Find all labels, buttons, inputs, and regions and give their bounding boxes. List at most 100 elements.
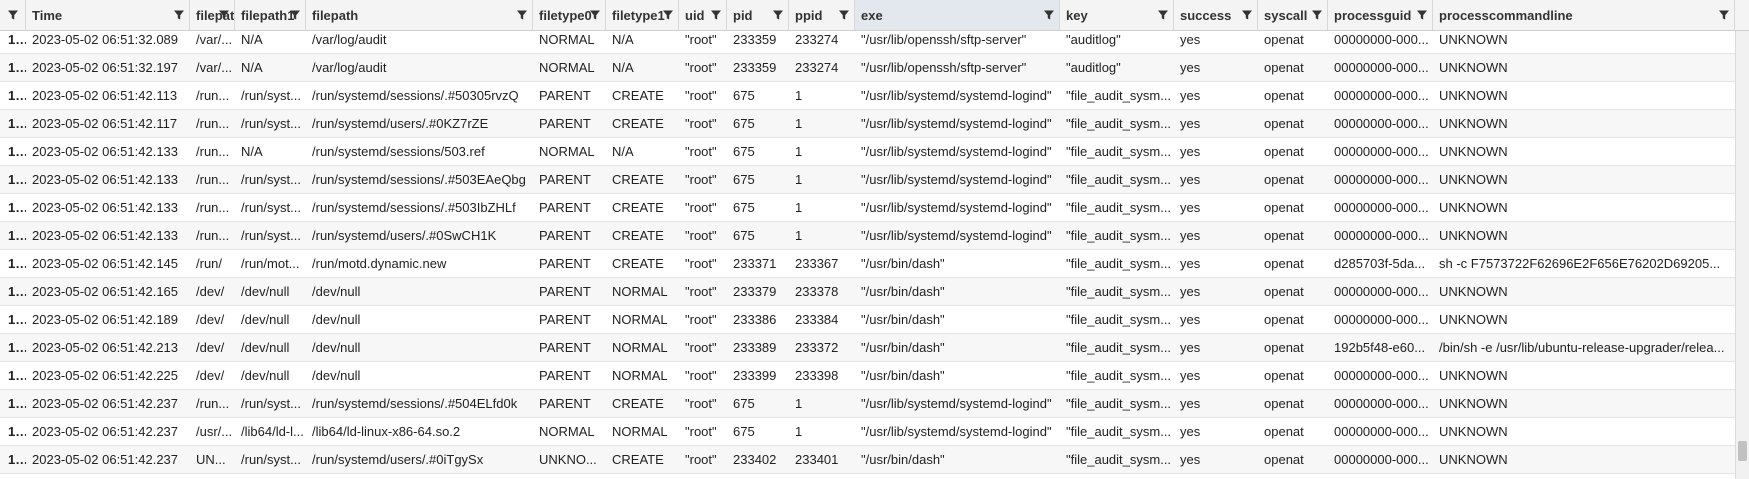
table-row[interactable]: 1... 2023-05-02 06:51:42.213/dev/ /dev/nul… bbox=[0, 334, 1735, 362]
column-header-filepath0[interactable]: filepath0 bbox=[190, 0, 235, 30]
cell-uid: "root" bbox=[685, 256, 717, 271]
cell-c0: 1... bbox=[8, 424, 26, 439]
cell-ppid: 233367 bbox=[795, 256, 839, 271]
filter-icon[interactable] bbox=[662, 9, 674, 21]
cell-ppid: 233384 bbox=[795, 312, 839, 327]
cell-processguid: 00000000-000... bbox=[1334, 228, 1429, 243]
column-header-filepath[interactable]: filepath bbox=[306, 0, 533, 30]
table-row[interactable]: 1... 2023-05-02 06:51:32.197/var/... N/A/v… bbox=[0, 54, 1735, 82]
cell-success: yes bbox=[1180, 396, 1201, 411]
cell-syscall: openat bbox=[1264, 284, 1304, 299]
cell-ppid: 1 bbox=[795, 144, 803, 159]
cell-filepath1: /run/syst... bbox=[241, 452, 301, 467]
column-header-filetype1[interactable]: filetype1 bbox=[606, 0, 679, 30]
cell-exe: "/usr/bin/dash" bbox=[861, 256, 945, 271]
cell-processguid: 00000000-000... bbox=[1334, 424, 1429, 439]
cell-filepath0: /run... bbox=[196, 200, 230, 215]
cell-filepath: /lib64/ld-linux-x86-64.so.2 bbox=[312, 424, 461, 439]
table-row[interactable]: 1... 2023-05-02 06:51:42.225/dev/ /dev/nul… bbox=[0, 362, 1735, 390]
cell-uid: "root" bbox=[685, 32, 717, 47]
cell-success: yes bbox=[1180, 172, 1201, 187]
table-row[interactable]: 1... 2023-05-02 06:51:42.237 UN... /run/sys… bbox=[0, 446, 1735, 474]
filter-icon[interactable] bbox=[589, 9, 601, 21]
column-header-c0[interactable] bbox=[0, 0, 26, 30]
table-row[interactable]: 1... 2023-05-02 06:51:32.089/var/... N/A/v… bbox=[0, 31, 1735, 54]
filter-icon[interactable] bbox=[289, 9, 301, 21]
column-header-success[interactable]: success bbox=[1174, 0, 1258, 30]
filter-icon[interactable] bbox=[1416, 9, 1428, 21]
table-row[interactable]: 1... 2023-05-02 06:51:42.189/dev/ /dev/nul… bbox=[0, 306, 1735, 334]
cell-exe: "/usr/bin/dash" bbox=[861, 312, 945, 327]
column-header-syscall[interactable]: syscall bbox=[1258, 0, 1328, 30]
filter-icon[interactable] bbox=[772, 9, 784, 21]
filter-icon[interactable] bbox=[1241, 9, 1253, 21]
cell-filepath0: /run... bbox=[196, 396, 230, 411]
cell-time: 2023-05-02 06:51:42.133 bbox=[32, 228, 179, 243]
cell-filetype1: NORMAL bbox=[612, 368, 668, 383]
table-row[interactable]: 1... 2023-05-02 06:51:42.145/run/ /run/mot… bbox=[0, 250, 1735, 278]
table-row[interactable]: 1... 2023-05-02 06:51:42.133/run... /run/s… bbox=[0, 166, 1735, 194]
table-row[interactable]: 1... 2023-05-02 06:51:42.133/run... /run/s… bbox=[0, 194, 1735, 222]
filter-icon[interactable] bbox=[1718, 9, 1730, 21]
column-header-pid[interactable]: pid bbox=[727, 0, 789, 30]
cell-uid: "root" bbox=[685, 88, 717, 103]
cell-filepath1: /dev/null bbox=[241, 284, 290, 299]
cell-c0: 1... bbox=[8, 368, 26, 383]
cell-time: 2023-05-02 06:51:42.237 bbox=[32, 424, 179, 439]
cell-pid: 675 bbox=[733, 424, 755, 439]
cell-filepath0: /var/... bbox=[196, 60, 233, 75]
cell-pid: 233402 bbox=[733, 452, 777, 467]
filter-icon[interactable] bbox=[7, 9, 19, 21]
table-row[interactable]: 1... 2023-05-02 06:51:42.133/run... N/A/ru… bbox=[0, 138, 1735, 166]
column-header-exe[interactable]: exe bbox=[855, 0, 1060, 30]
cell-time: 2023-05-02 06:51:42.133 bbox=[32, 200, 179, 215]
column-header-filetype0[interactable]: filetype0 bbox=[533, 0, 606, 30]
cell-filepath: /run/systemd/users/.#0iTgySx bbox=[312, 452, 484, 467]
table-row[interactable]: 1... 2023-05-02 06:51:42.133/run... /run/s… bbox=[0, 222, 1735, 250]
filter-icon[interactable] bbox=[173, 9, 185, 21]
cell-uid: "root" bbox=[685, 340, 717, 355]
column-header-uid[interactable]: uid bbox=[679, 0, 727, 30]
column-header-ppid[interactable]: ppid bbox=[789, 0, 855, 30]
column-header-processcommandline[interactable]: processcommandline bbox=[1433, 0, 1735, 30]
cell-filetype1: N/A bbox=[612, 32, 634, 47]
table-row[interactable]: 1... 2023-05-02 06:51:42.113/run... /run/s… bbox=[0, 82, 1735, 110]
cell-ppid: 1 bbox=[795, 228, 803, 243]
cell-key: "auditlog" bbox=[1066, 32, 1121, 47]
cell-filepath0: /dev/ bbox=[196, 312, 225, 327]
cell-syscall: openat bbox=[1264, 116, 1304, 131]
table-row[interactable]: 1... 2023-05-02 06:51:42.117/run... /run/s… bbox=[0, 110, 1735, 138]
column-header-processguid[interactable]: processguid bbox=[1328, 0, 1433, 30]
cell-uid: "root" bbox=[685, 144, 717, 159]
filter-icon[interactable] bbox=[710, 9, 722, 21]
filter-icon[interactable] bbox=[218, 9, 230, 21]
filter-icon[interactable] bbox=[838, 9, 850, 21]
cell-filetype1: CREATE bbox=[612, 396, 664, 411]
column-header-label: filepath bbox=[312, 7, 359, 23]
cell-pid: 675 bbox=[733, 200, 755, 215]
cell-c0: 1... bbox=[8, 396, 26, 411]
vertical-scrollbar[interactable] bbox=[1735, 31, 1749, 479]
cell-filepath0: /var/... bbox=[196, 32, 233, 47]
cell-exe: "/usr/lib/systemd/systemd-logind" bbox=[861, 200, 1052, 215]
column-header-time[interactable]: Time bbox=[26, 0, 190, 30]
cell-time: 2023-05-02 06:51:42.113 bbox=[32, 88, 178, 103]
cell-filepath0: /run... bbox=[196, 228, 230, 243]
filter-icon[interactable] bbox=[1157, 9, 1169, 21]
filter-icon[interactable] bbox=[1311, 9, 1323, 21]
cell-processcommandline: sh -c F7573722F62696E2F656E76202D69205..… bbox=[1439, 256, 1721, 271]
table-row[interactable]: 1... 2023-05-02 06:51:42.237/usr/... /lib6… bbox=[0, 418, 1735, 446]
filter-icon[interactable] bbox=[516, 9, 528, 21]
filter-icon[interactable] bbox=[1043, 9, 1055, 21]
column-header-filepath1[interactable]: filepath1 bbox=[235, 0, 306, 30]
cell-processcommandline: UNKNOWN bbox=[1439, 284, 1508, 299]
table-row[interactable]: 1... 2023-05-02 06:51:42.237/run... /run/s… bbox=[0, 390, 1735, 418]
cell-filepath0: /dev/ bbox=[196, 368, 225, 383]
cell-c0: 1... bbox=[8, 256, 26, 271]
table-row[interactable]: 1... 2023-05-02 06:51:42.165/dev/ /dev/nul… bbox=[0, 278, 1735, 306]
cell-c0: 1... bbox=[8, 60, 26, 75]
column-header-key[interactable]: key bbox=[1060, 0, 1174, 30]
cell-processcommandline: UNKNOWN bbox=[1439, 396, 1508, 411]
cell-uid: "root" bbox=[685, 396, 717, 411]
scrollbar-thumb[interactable] bbox=[1738, 441, 1747, 461]
